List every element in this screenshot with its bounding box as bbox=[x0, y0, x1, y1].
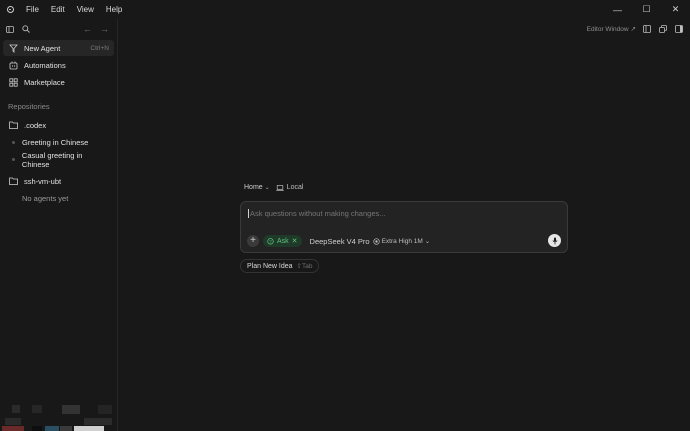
copy-icon[interactable] bbox=[658, 24, 668, 34]
menu-bar: File Edit View Help bbox=[20, 0, 128, 19]
model-selector[interactable]: DeepSeek V4 Pro Extra High 1M ⌄ bbox=[310, 237, 431, 246]
chat-bubble-icon: ? bbox=[267, 237, 274, 244]
editor-window-label: Editor Window bbox=[586, 25, 629, 33]
sidebar-item-label: New Agent bbox=[24, 43, 61, 53]
microphone-icon bbox=[552, 237, 557, 244]
composer-input[interactable]: Ask questions without making changes... bbox=[248, 209, 386, 218]
plan-shortcut-hint: ⇧Tab bbox=[296, 263, 313, 270]
menu-view[interactable]: View bbox=[71, 0, 100, 19]
add-context-button[interactable]: + bbox=[247, 235, 259, 247]
effort-selector[interactable]: Extra High 1M ⌄ bbox=[372, 237, 431, 245]
main-area: Editor Window ↗ Home ⌄ Local Ask questio… bbox=[119, 19, 690, 431]
folder-icon bbox=[8, 177, 18, 185]
sidebar-item-automations[interactable]: Automations bbox=[3, 57, 114, 73]
menu-help[interactable]: Help bbox=[100, 0, 128, 19]
sidebar-item-new-agent[interactable]: New Agent Ctrl+N bbox=[3, 40, 114, 56]
sidebar-item-label: Automations bbox=[24, 60, 66, 70]
repositories-heading: Repositories bbox=[8, 101, 50, 111]
sidebar-item-label: Marketplace bbox=[24, 77, 65, 87]
composer-toolbar: + ? Ask ✕ DeepSeek V4 Pro Extra High 1M … bbox=[247, 234, 561, 248]
repo-ssh-vm-ubt[interactable]: ssh-vm-ubt bbox=[3, 173, 114, 189]
composer-placeholder: Ask questions without making changes... bbox=[250, 209, 386, 218]
laptop-icon bbox=[275, 184, 284, 191]
no-agents-text: No agents yet bbox=[22, 194, 69, 203]
repo-name: .codex bbox=[24, 120, 47, 130]
microphone-button[interactable] bbox=[548, 234, 561, 247]
mode-label: Ask bbox=[277, 237, 289, 245]
svg-text:?: ? bbox=[269, 239, 272, 244]
editor-window-button[interactable]: Editor Window ↗ bbox=[586, 25, 636, 34]
sidebar-item-marketplace[interactable]: Marketplace bbox=[3, 74, 114, 90]
minimize-button[interactable]: — bbox=[603, 0, 632, 19]
agent-item[interactable]: Casual greeting in Chinese bbox=[0, 150, 117, 169]
shortcut-hint: Ctrl+N bbox=[90, 44, 109, 52]
breadcrumb-location-label: Local bbox=[286, 184, 304, 191]
folder-icon bbox=[8, 121, 18, 129]
new-agent-icon bbox=[8, 44, 18, 53]
app-logo-icon bbox=[0, 0, 20, 19]
panel-right-icon[interactable] bbox=[674, 24, 684, 34]
plan-new-idea-button[interactable]: Plan New Idea ⇧Tab bbox=[240, 259, 320, 273]
external-link-icon: ↗ bbox=[630, 26, 636, 33]
back-arrow-icon[interactable]: ← bbox=[83, 24, 92, 34]
agent-title: Casual greeting in Chinese bbox=[21, 150, 83, 169]
automations-icon bbox=[8, 61, 18, 70]
panel-left-icon[interactable] bbox=[642, 24, 652, 34]
breadcrumb-home-label: Home bbox=[244, 184, 263, 191]
chevron-down-icon: ⌄ bbox=[424, 238, 431, 245]
sidebar: ← → New Agent Ctrl+N Automations Marketp… bbox=[0, 19, 118, 431]
maximize-button[interactable]: ☐ bbox=[632, 0, 661, 19]
effort-label: Extra High 1M bbox=[381, 237, 423, 245]
sidebar-toolbar: ← → bbox=[0, 19, 117, 39]
breadcrumb: Home ⌄ Local bbox=[244, 184, 303, 191]
agent-title: Greeting in Chinese bbox=[22, 138, 89, 147]
title-bar: File Edit View Help — ☐ ✕ bbox=[0, 0, 690, 19]
search-icon[interactable] bbox=[22, 25, 30, 33]
mode-pill[interactable]: ? Ask ✕ bbox=[263, 235, 302, 247]
marketplace-icon bbox=[8, 77, 18, 87]
status-dot bbox=[12, 158, 15, 161]
window-controls: — ☐ ✕ bbox=[603, 0, 690, 19]
plan-button-label: Plan New Idea bbox=[247, 262, 293, 270]
breadcrumb-home[interactable]: Home ⌄ bbox=[244, 184, 270, 191]
sidebar-footer bbox=[0, 405, 118, 431]
agent-item[interactable]: Greeting in Chinese bbox=[0, 134, 117, 151]
text-caret bbox=[248, 209, 249, 218]
main-toolbar: Editor Window ↗ bbox=[587, 19, 690, 39]
close-button[interactable]: ✕ bbox=[661, 0, 690, 19]
status-dot bbox=[12, 141, 15, 144]
repo-name: ssh-vm-ubt bbox=[24, 176, 62, 186]
gauge-icon bbox=[372, 237, 380, 245]
menu-file[interactable]: File bbox=[20, 0, 45, 19]
close-icon[interactable]: ✕ bbox=[292, 237, 298, 245]
forward-arrow-icon[interactable]: → bbox=[100, 24, 109, 34]
model-name: DeepSeek V4 Pro bbox=[309, 236, 370, 246]
composer[interactable]: Ask questions without making changes... … bbox=[240, 201, 568, 253]
menu-edit[interactable]: Edit bbox=[45, 0, 71, 19]
repo-codex[interactable]: .codex bbox=[3, 117, 114, 133]
chevron-down-icon: ⌄ bbox=[264, 185, 270, 191]
breadcrumb-location[interactable]: Local bbox=[275, 184, 304, 191]
toggle-sidebar-icon[interactable] bbox=[6, 25, 14, 33]
